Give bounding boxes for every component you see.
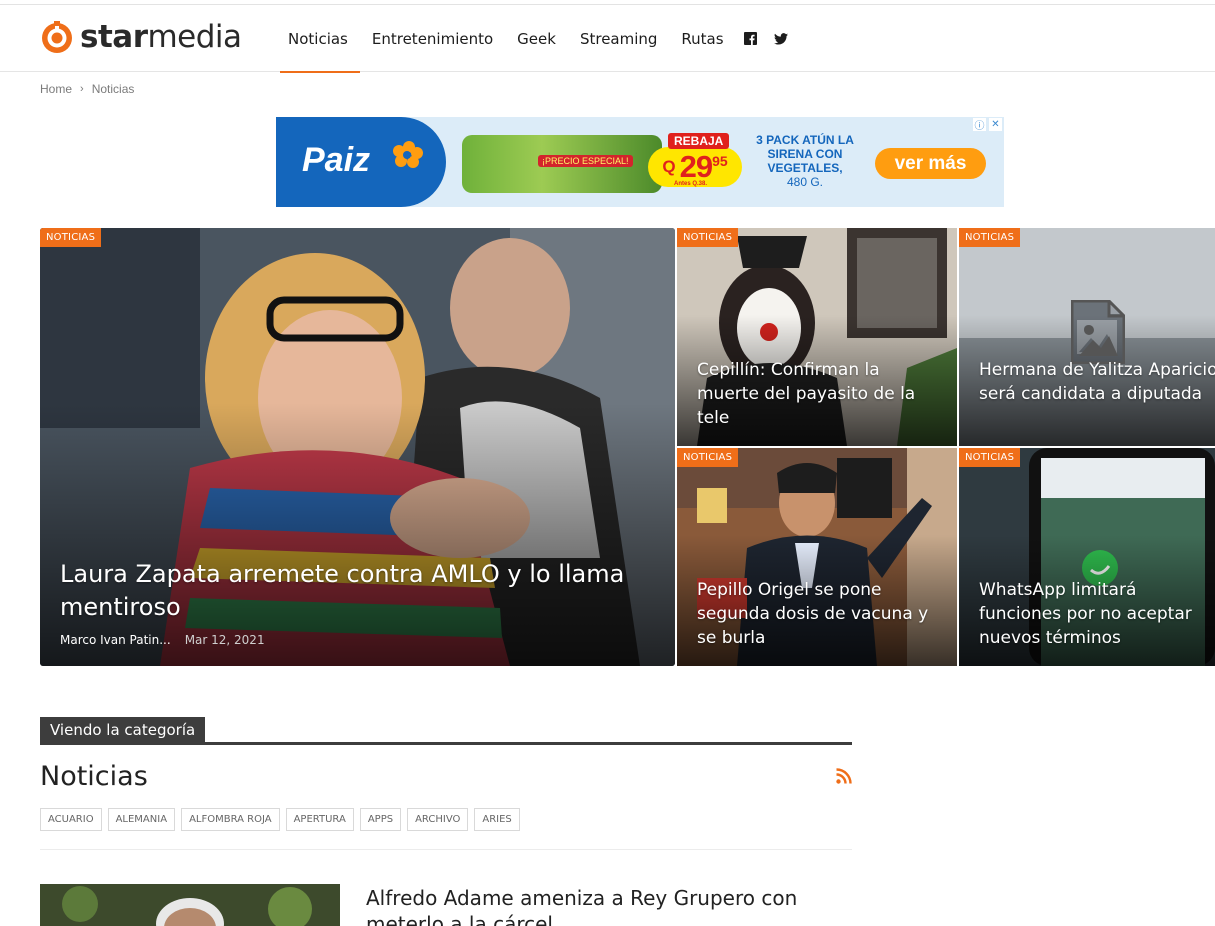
main-nav: Noticias Entretenimiento Geek Streaming … bbox=[276, 5, 796, 73]
hero-card-1[interactable]: NOTICIAS Cepillín: Confirman la muerte d… bbox=[677, 228, 957, 446]
post-date: Mar 12, 2021 bbox=[184, 633, 265, 647]
tag-chip[interactable]: ALFOMBRA ROJA bbox=[181, 808, 280, 831]
nav-item-geek[interactable]: Geek bbox=[505, 5, 568, 72]
nav-item-entretenimiento[interactable]: Entretenimiento bbox=[360, 5, 505, 72]
section-label: Viendo la categoría bbox=[40, 717, 206, 743]
image-overlay bbox=[40, 403, 675, 666]
ad-rebaja-badge: REBAJA bbox=[668, 133, 730, 149]
ad-controls: ⓘ ✕ bbox=[973, 118, 1002, 132]
flower-logo-icon bbox=[393, 141, 423, 168]
tag-chip[interactable]: ACUARIO bbox=[40, 808, 102, 831]
logo-text-media: media bbox=[147, 18, 242, 55]
tag-list: ACUARIO ALEMANIA ALFOMBRA ROJA APERTURA … bbox=[40, 808, 520, 831]
post-title[interactable]: Alfredo Adame ameniza a Rey Grupero con … bbox=[366, 885, 856, 926]
ad-banner[interactable]: Paiz ¡PRECIO ESPECIAL! Q 29 95 REBAJA An… bbox=[276, 117, 1004, 207]
hero-main-title[interactable]: Laura Zapata arremete contra AMLO y lo l… bbox=[60, 558, 650, 624]
hero-main-card[interactable]: NOTICIAS Laura Zapata arremete contra AM… bbox=[40, 228, 675, 666]
category-tag[interactable]: NOTICIAS bbox=[959, 448, 1021, 467]
hero-main-meta: Marco Ivan Patin... Mar 12, 2021 bbox=[60, 633, 265, 647]
hero-card-title[interactable]: WhatsApp limitará funciones por no acept… bbox=[979, 578, 1215, 650]
site-header: starmedia Noticias Entretenimiento Geek … bbox=[0, 5, 1215, 73]
ad-cta-button[interactable]: ver más bbox=[875, 148, 986, 179]
hero-card-4[interactable]: NOTICIAS WhatsApp limitará funciones por… bbox=[959, 448, 1215, 666]
hero-card-title[interactable]: Cepillín: Confirman la muerte del payasi… bbox=[697, 358, 937, 430]
category-tag[interactable]: NOTICIAS bbox=[40, 228, 102, 247]
ad-info-icon[interactable]: ⓘ bbox=[973, 118, 986, 132]
ad-price-cents: 95 bbox=[712, 153, 728, 169]
ad-currency: Q bbox=[662, 157, 676, 176]
facebook-icon[interactable] bbox=[744, 32, 758, 46]
twitter-icon[interactable] bbox=[773, 32, 788, 46]
page-title: Noticias bbox=[40, 761, 148, 792]
ad-desc-line2: 480 G. bbox=[786, 175, 824, 189]
divider bbox=[40, 849, 852, 850]
hero-card-title[interactable]: Pepillo Origel se pone segunda dosis de … bbox=[697, 578, 937, 650]
hero-card-title[interactable]: Hermana de Yalitza Aparicio será candida… bbox=[979, 358, 1215, 406]
ad-desc-line1: 3 PACK ATÚN LA SIRENA CON VEGETALES, bbox=[756, 133, 854, 175]
chevron-right-icon: › bbox=[80, 83, 84, 95]
hero-card-2[interactable]: NOTICIAS Hermana de Yalitza Aparicio ser… bbox=[959, 228, 1215, 446]
nav-item-noticias[interactable]: Noticias bbox=[276, 5, 360, 73]
site-logo[interactable]: starmedia bbox=[40, 18, 242, 56]
ad-brand-name: Paiz bbox=[302, 141, 371, 179]
category-tag[interactable]: NOTICIAS bbox=[959, 228, 1021, 247]
author-name[interactable]: Marco Ivan Patin... bbox=[60, 633, 171, 647]
close-icon[interactable]: ✕ bbox=[989, 118, 1002, 131]
tag-chip[interactable]: APPS bbox=[359, 808, 402, 831]
ad-description: 3 PACK ATÚN LA SIRENA CON VEGETALES, 480… bbox=[746, 133, 864, 189]
category-tag[interactable]: NOTICIAS bbox=[677, 448, 739, 467]
category-tag[interactable]: NOTICIAS bbox=[677, 228, 739, 247]
ad-product-badge: ¡PRECIO ESPECIAL! bbox=[538, 155, 633, 167]
rss-icon[interactable] bbox=[836, 768, 852, 784]
breadcrumb-current: Noticias bbox=[91, 82, 135, 96]
hero-card-3[interactable]: NOTICIAS Pepillo Origel se pone segunda … bbox=[677, 448, 957, 666]
ad-old-price: Antes Q.38. bbox=[674, 181, 708, 187]
tag-chip[interactable]: ALEMANIA bbox=[107, 808, 176, 831]
logo-icon bbox=[42, 21, 72, 53]
image-placeholder-icon bbox=[1071, 300, 1125, 364]
ad-price-amount: 29 bbox=[679, 149, 713, 184]
tag-chip[interactable]: APERTURA bbox=[285, 808, 354, 831]
nav-item-streaming[interactable]: Streaming bbox=[568, 5, 669, 72]
section-header: Viendo la categoría bbox=[40, 717, 852, 745]
breadcrumb: Home › Noticias bbox=[40, 82, 134, 96]
tag-chip[interactable]: ARIES bbox=[474, 808, 520, 831]
tag-chip[interactable]: ARCHIVO bbox=[407, 808, 469, 831]
breadcrumb-home[interactable]: Home bbox=[40, 82, 72, 96]
logo-text-star: star bbox=[80, 18, 148, 55]
nav-item-rutas[interactable]: Rutas bbox=[669, 5, 735, 72]
post-thumbnail[interactable] bbox=[40, 884, 340, 926]
